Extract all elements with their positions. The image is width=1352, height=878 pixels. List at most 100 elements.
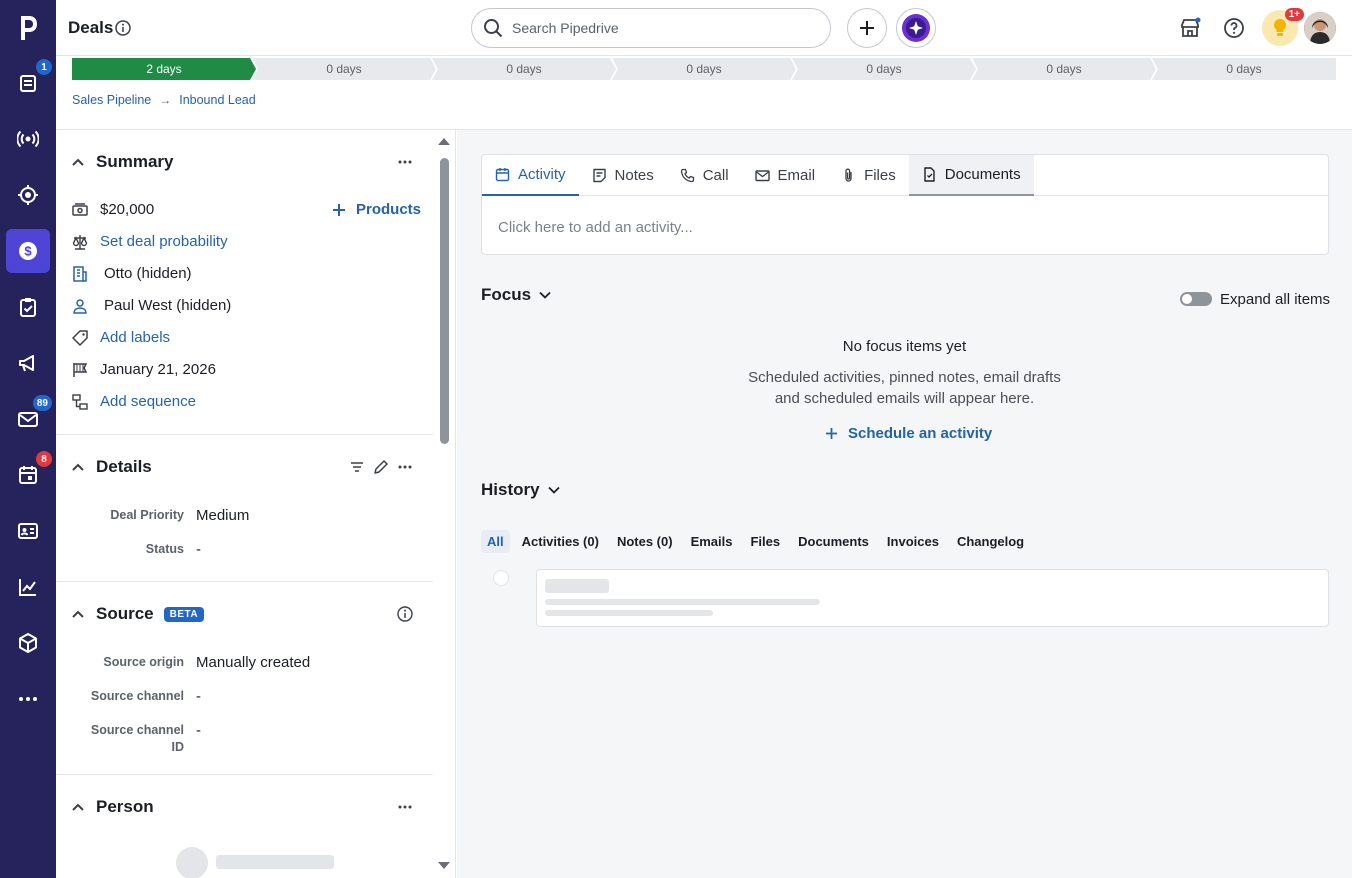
focus-header[interactable]: Focus: [481, 285, 553, 305]
pipeline-stage[interactable]: 0 days: [972, 58, 1156, 80]
sequence-row[interactable]: Add sequence: [72, 393, 196, 410]
add-labels-link[interactable]: Add labels: [100, 329, 170, 346]
person-more-icon[interactable]: [397, 799, 413, 815]
set-probability-link[interactable]: Set deal probability: [100, 233, 228, 250]
breadcrumb-stage[interactable]: Inbound Lead: [179, 93, 255, 107]
summary-more-icon[interactable]: [397, 154, 413, 170]
deal-value[interactable]: $20,000: [100, 201, 154, 218]
nav-products[interactable]: [6, 621, 50, 665]
source-channel-value[interactable]: -: [196, 688, 201, 705]
history-filter-tab[interactable]: Files: [744, 530, 786, 553]
person-name[interactable]: Paul West (hidden): [104, 297, 231, 314]
expand-all-label: Expand all items: [1220, 291, 1331, 308]
ai-assistant-button[interactable]: [896, 8, 936, 48]
mail-badge: 89: [32, 395, 52, 411]
nav-campaigns[interactable]: [6, 117, 50, 161]
nav-campaigns-megaphone[interactable]: [6, 341, 50, 385]
nav-contacts[interactable]: [6, 509, 50, 553]
search-placeholder: Search Pipedrive: [512, 20, 619, 36]
products-label: Products: [356, 201, 422, 218]
scroll-down-icon[interactable]: [437, 861, 451, 871]
marketplace-button[interactable]: [1176, 14, 1204, 42]
pipeline-stage[interactable]: 0 days: [432, 58, 616, 80]
deal-priority-value[interactable]: Medium: [196, 507, 249, 524]
pipeline-stage[interactable]: 0 days: [792, 58, 976, 80]
person-header[interactable]: Person: [70, 797, 154, 817]
history-filter-tab[interactable]: Notes (0): [611, 530, 679, 553]
tab-documents[interactable]: Documents: [908, 155, 1034, 196]
contact-card-icon: [18, 523, 38, 539]
chevron-up-icon: [72, 463, 84, 471]
history-filter-tab[interactable]: All: [481, 530, 510, 553]
scrollbar-thumb[interactable]: [440, 158, 449, 444]
nav-mail[interactable]: 89: [6, 395, 52, 441]
user-avatar[interactable]: [1304, 12, 1336, 44]
history-filter-tab[interactable]: Documents: [792, 530, 875, 553]
tab-call[interactable]: Call: [667, 155, 742, 196]
history-filter-tab[interactable]: Emails: [685, 530, 739, 553]
quick-add-button[interactable]: [847, 8, 887, 48]
person-row[interactable]: Paul West (hidden): [72, 297, 231, 314]
summary-title: Summary: [96, 152, 174, 171]
nav-activities[interactable]: [6, 285, 50, 329]
filter-icon[interactable]: [349, 459, 365, 475]
tab-email[interactable]: Email: [742, 155, 829, 196]
source-channel-id-value[interactable]: -: [196, 722, 201, 739]
search-input[interactable]: Search Pipedrive: [471, 8, 831, 48]
history-filter-tab[interactable]: Invoices: [881, 530, 945, 553]
info-icon[interactable]: [115, 20, 131, 36]
breadcrumb-pipeline[interactable]: Sales Pipeline: [72, 93, 151, 107]
app-root: 1 $ 89 8 Deals Search Pipedrive 1+ 2 day…: [0, 0, 1352, 878]
pipedrive-logo[interactable]: [0, 0, 56, 56]
schedule-activity-button[interactable]: Schedule an activity: [825, 425, 992, 442]
pipeline-stage[interactable]: 0 days: [1152, 58, 1336, 80]
tab-notes[interactable]: Notes: [579, 155, 667, 196]
source-header[interactable]: Source BETA: [70, 604, 205, 624]
avatar-image: [1304, 12, 1336, 44]
probability-row[interactable]: Set deal probability: [72, 233, 228, 250]
tab-label: Documents: [944, 166, 1021, 183]
tips-button[interactable]: 1+: [1262, 8, 1304, 46]
section-divider: [56, 774, 433, 775]
mail-icon: [18, 412, 38, 427]
add-sequence-link[interactable]: Add sequence: [100, 393, 196, 410]
nav-focus[interactable]: [6, 173, 50, 217]
pipeline-stage[interactable]: 2 days: [72, 58, 256, 80]
labels-row[interactable]: Add labels: [72, 329, 170, 346]
details-header[interactable]: Details: [70, 457, 152, 477]
chevron-up-icon: [72, 158, 84, 166]
nav-deals[interactable]: $: [6, 229, 50, 273]
expand-all-toggle[interactable]: [1180, 292, 1212, 306]
products-button[interactable]: Products: [332, 201, 421, 218]
nav-calendar[interactable]: 8: [6, 451, 52, 497]
edit-pencil-icon[interactable]: [373, 459, 389, 475]
summary-header[interactable]: Summary: [70, 152, 173, 172]
deal-main-content: Activity Notes Call Email Files Document…: [457, 130, 1352, 878]
history-filter-tab[interactable]: Activities (0): [516, 530, 605, 553]
nav-more[interactable]: [6, 677, 50, 721]
history-filter-tab[interactable]: Changelog: [951, 530, 1030, 553]
nav-leads[interactable]: 1: [6, 59, 52, 105]
tab-files[interactable]: Files: [828, 155, 909, 196]
tab-label: Files: [864, 167, 896, 184]
status-value[interactable]: -: [196, 541, 201, 558]
help-button[interactable]: [1220, 14, 1248, 42]
expected-close-date[interactable]: January 21, 2026: [100, 361, 216, 378]
tab-activity[interactable]: Activity: [482, 155, 579, 196]
tab-label: Call: [702, 167, 729, 184]
money-icon: [72, 202, 88, 216]
activity-input[interactable]: Click here to add an activity...: [498, 219, 693, 236]
scroll-up-icon[interactable]: [437, 136, 451, 146]
clipboard-check-icon: [20, 298, 36, 317]
pipeline-stage[interactable]: 0 days: [612, 58, 796, 80]
organization-row[interactable]: Otto (hidden): [72, 265, 192, 282]
pipeline-stage[interactable]: 0 days: [252, 58, 436, 80]
info-icon[interactable]: [397, 606, 413, 622]
history-header[interactable]: History: [481, 480, 562, 500]
megaphone-icon: [19, 355, 34, 372]
details-more-icon[interactable]: [397, 459, 413, 475]
organization-name[interactable]: Otto (hidden): [104, 265, 192, 282]
nav-insights[interactable]: [6, 565, 50, 609]
arrow-right-icon: →: [159, 93, 172, 107]
sequence-icon: [72, 393, 88, 410]
